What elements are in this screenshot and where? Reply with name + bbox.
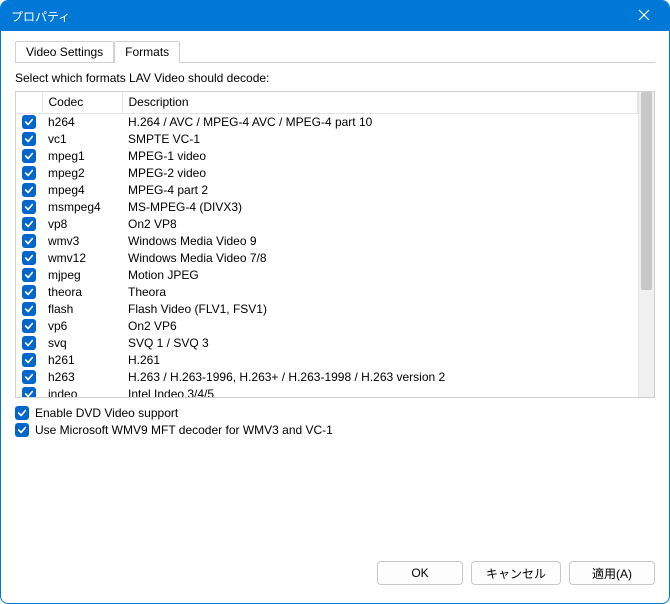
scrollbar-thumb[interactable] xyxy=(641,92,652,290)
row-checkbox[interactable] xyxy=(22,319,36,333)
row-description: MPEG-2 video xyxy=(122,165,638,182)
row-description: Windows Media Video 7/8 xyxy=(122,250,638,267)
row-checkbox[interactable] xyxy=(22,387,36,398)
tab-baseline xyxy=(15,62,655,63)
table-row[interactable]: mpeg1MPEG-1 video xyxy=(16,148,638,165)
instruction-text: Select which formats LAV Video should de… xyxy=(15,71,655,85)
row-description: SVQ 1 / SVQ 3 xyxy=(122,335,638,352)
ok-button[interactable]: OK xyxy=(377,561,463,585)
table-row[interactable]: vc1SMPTE VC-1 xyxy=(16,131,638,148)
row-codec: svq xyxy=(42,335,122,352)
table-row[interactable]: mjpegMotion JPEG xyxy=(16,267,638,284)
row-checkbox[interactable] xyxy=(22,251,36,265)
row-codec: wmv12 xyxy=(42,250,122,267)
row-checkbox[interactable] xyxy=(22,166,36,180)
row-codec: theora xyxy=(42,284,122,301)
row-description: MPEG-4 part 2 xyxy=(122,182,638,199)
row-description: MPEG-1 video xyxy=(122,148,638,165)
checkbox-enable-dvd[interactable] xyxy=(15,406,29,420)
label-wmv9-mft: Use Microsoft WMV9 MFT decoder for WMV3 … xyxy=(35,423,333,437)
row-codec: mpeg4 xyxy=(42,182,122,199)
col-header-codec[interactable]: Codec xyxy=(42,92,122,113)
row-checkbox[interactable] xyxy=(22,268,36,282)
row-checkbox[interactable] xyxy=(22,370,36,384)
apply-button[interactable]: 適用(A) xyxy=(569,561,655,585)
row-description: On2 VP8 xyxy=(122,216,638,233)
row-codec: mjpeg xyxy=(42,267,122,284)
row-codec: mpeg1 xyxy=(42,148,122,165)
row-checkbox[interactable] xyxy=(22,200,36,214)
row-codec: vp8 xyxy=(42,216,122,233)
row-checkbox[interactable] xyxy=(22,302,36,316)
checkbox-wmv9-mft[interactable] xyxy=(15,423,29,437)
options-group: Enable DVD Video support Use Microsoft W… xyxy=(15,406,655,440)
row-description: Theora xyxy=(122,284,638,301)
row-checkbox[interactable] xyxy=(22,183,36,197)
vertical-scrollbar[interactable] xyxy=(638,92,654,397)
codec-table: Codec Description h264H.264 / AVC / MPEG… xyxy=(16,92,638,397)
row-checkbox[interactable] xyxy=(22,336,36,350)
table-row[interactable]: svqSVQ 1 / SVQ 3 xyxy=(16,335,638,352)
row-checkbox[interactable] xyxy=(22,217,36,231)
row-checkbox[interactable] xyxy=(22,353,36,367)
option-wmv9-mft[interactable]: Use Microsoft WMV9 MFT decoder for WMV3 … xyxy=(15,423,655,437)
table-row[interactable]: flashFlash Video (FLV1, FSV1) xyxy=(16,301,638,318)
row-checkbox[interactable] xyxy=(22,115,36,129)
table-row[interactable]: h263H.263 / H.263-1996, H.263+ / H.263-1… xyxy=(16,369,638,386)
row-checkbox[interactable] xyxy=(22,149,36,163)
row-description: H.261 xyxy=(122,352,638,369)
tab-formats[interactable]: Formats xyxy=(114,41,180,63)
dialog-body: Video Settings Formats Select which form… xyxy=(1,31,669,553)
label-enable-dvd: Enable DVD Video support xyxy=(35,406,178,420)
row-codec: h264 xyxy=(42,113,122,131)
titlebar: プロパティ xyxy=(1,1,669,31)
row-description: MS-MPEG-4 (DIVX3) xyxy=(122,199,638,216)
cancel-button[interactable]: キャンセル xyxy=(471,561,561,585)
window-title: プロパティ xyxy=(11,8,70,25)
row-description: Motion JPEG xyxy=(122,267,638,284)
table-row[interactable]: mpeg4MPEG-4 part 2 xyxy=(16,182,638,199)
row-description: Windows Media Video 9 xyxy=(122,233,638,250)
table-row[interactable]: vp8On2 VP8 xyxy=(16,216,638,233)
row-description: Intel Indeo 3/4/5 xyxy=(122,386,638,398)
table-row[interactable]: h264H.264 / AVC / MPEG-4 AVC / MPEG-4 pa… xyxy=(16,113,638,131)
close-icon xyxy=(638,9,650,24)
option-enable-dvd[interactable]: Enable DVD Video support xyxy=(15,406,655,420)
row-description: SMPTE VC-1 xyxy=(122,131,638,148)
tab-video-settings[interactable]: Video Settings xyxy=(15,41,114,63)
row-checkbox[interactable] xyxy=(22,234,36,248)
row-checkbox[interactable] xyxy=(22,285,36,299)
tabs: Video Settings Formats xyxy=(15,39,655,63)
row-codec: flash xyxy=(42,301,122,318)
row-codec: mpeg2 xyxy=(42,165,122,182)
table-row[interactable]: h261H.261 xyxy=(16,352,638,369)
properties-window: プロパティ Video Settings Formats Select whic… xyxy=(0,0,670,604)
row-checkbox[interactable] xyxy=(22,132,36,146)
row-codec: h263 xyxy=(42,369,122,386)
table-row[interactable]: indeoIntel Indeo 3/4/5 xyxy=(16,386,638,398)
row-description: Flash Video (FLV1, FSV1) xyxy=(122,301,638,318)
row-description: H.264 / AVC / MPEG-4 AVC / MPEG-4 part 1… xyxy=(122,113,638,131)
row-codec: h261 xyxy=(42,352,122,369)
table-row[interactable]: wmv12Windows Media Video 7/8 xyxy=(16,250,638,267)
table-row[interactable]: msmpeg4MS-MPEG-4 (DIVX3) xyxy=(16,199,638,216)
tab-body: Select which formats LAV Video should de… xyxy=(15,63,655,549)
row-codec: vc1 xyxy=(42,131,122,148)
close-button[interactable] xyxy=(629,9,659,24)
row-codec: vp6 xyxy=(42,318,122,335)
table-row[interactable]: wmv3Windows Media Video 9 xyxy=(16,233,638,250)
row-codec: wmv3 xyxy=(42,233,122,250)
table-row[interactable]: vp6On2 VP6 xyxy=(16,318,638,335)
col-header-checkbox[interactable] xyxy=(16,92,42,113)
row-codec: indeo xyxy=(42,386,122,398)
col-header-description[interactable]: Description xyxy=(122,92,638,113)
footer: OK キャンセル 適用(A) xyxy=(1,553,669,603)
table-row[interactable]: mpeg2MPEG-2 video xyxy=(16,165,638,182)
row-description: On2 VP6 xyxy=(122,318,638,335)
codec-table-viewport: Codec Description h264H.264 / AVC / MPEG… xyxy=(16,92,638,397)
table-row[interactable]: theoraTheora xyxy=(16,284,638,301)
row-description: H.263 / H.263-1996, H.263+ / H.263-1998 … xyxy=(122,369,638,386)
codec-table-container: Codec Description h264H.264 / AVC / MPEG… xyxy=(15,91,655,398)
row-codec: msmpeg4 xyxy=(42,199,122,216)
